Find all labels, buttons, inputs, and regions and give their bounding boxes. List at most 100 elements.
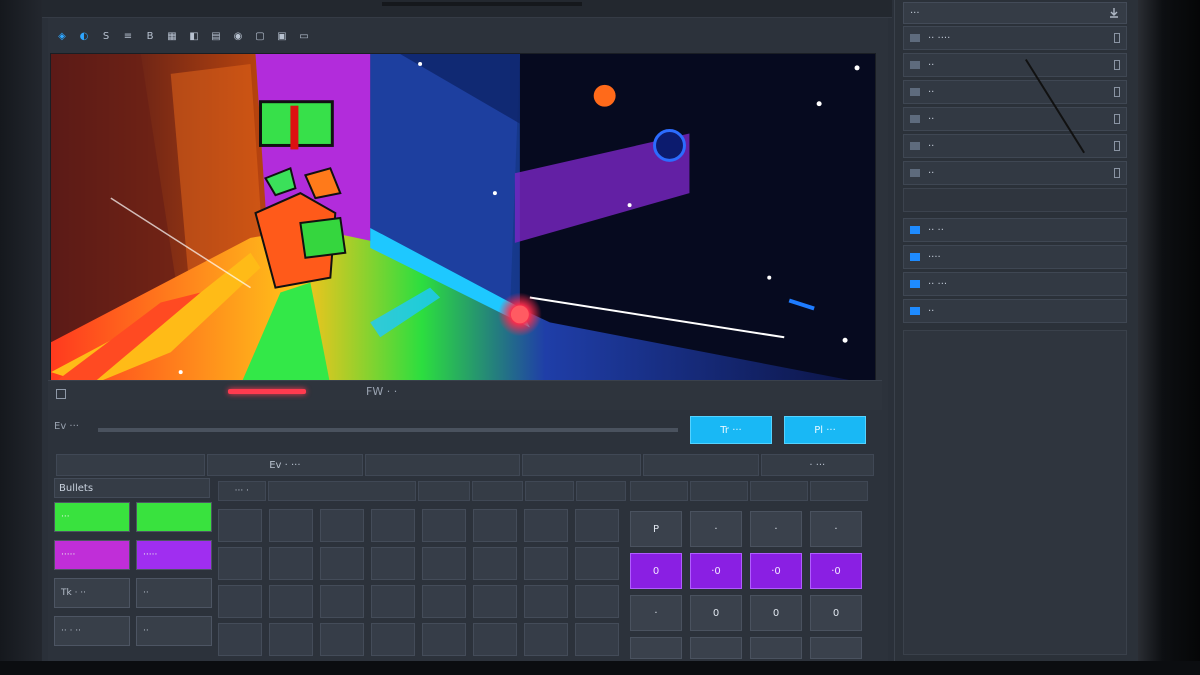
scale-tool-icon[interactable]: S: [98, 28, 114, 44]
key-grid-header-cell: [471, 481, 523, 501]
key-cell[interactable]: [473, 509, 517, 542]
key-cell[interactable]: [218, 547, 262, 580]
key-cell[interactable]: [422, 509, 466, 542]
editor-tab-row: Ev ‧ ‧‧‧ ‧ ‧‧‧: [56, 454, 875, 476]
key-cell[interactable]: [524, 509, 568, 542]
key-cell[interactable]: [269, 585, 313, 618]
lock-icon[interactable]: [1114, 141, 1120, 151]
key-cell[interactable]: [524, 585, 568, 618]
key-cell[interactable]: [371, 509, 415, 542]
bullet-swatch[interactable]: ‧‧: [136, 578, 212, 608]
key-cell[interactable]: [422, 547, 466, 580]
pad-button[interactable]: 0: [810, 595, 862, 631]
bullet-swatch[interactable]: ‧‧ ‧ ‧‧: [54, 616, 130, 646]
editor-tab-2[interactable]: [364, 454, 520, 476]
game-viewport[interactable]: [50, 53, 876, 386]
key-cell[interactable]: [320, 547, 364, 580]
key-cell[interactable]: [218, 585, 262, 618]
layer-item-3[interactable]: ‧‧: [903, 299, 1127, 323]
lock-icon[interactable]: [1114, 33, 1120, 43]
sidebar-item-0[interactable]: ‧‧ ‧‧‧‧: [903, 26, 1127, 50]
sidebar-item-2[interactable]: ‧‧: [903, 80, 1127, 104]
brush-tool-icon[interactable]: B: [142, 28, 158, 44]
pad-button[interactable]: [690, 637, 742, 659]
key-cell[interactable]: [473, 547, 517, 580]
key-cell[interactable]: [218, 509, 262, 542]
download-icon[interactable]: [1108, 7, 1120, 19]
pad-button[interactable]: P: [630, 511, 682, 547]
pad-button[interactable]: [750, 637, 802, 659]
pad-button[interactable]: ‧: [810, 511, 862, 547]
pad-header-cell: [630, 481, 688, 501]
key-cell[interactable]: [422, 623, 466, 656]
sidebar-item-4[interactable]: ‧‧: [903, 134, 1127, 158]
bullet-swatch[interactable]: ‧‧‧‧‧: [54, 540, 130, 570]
primary-action-button[interactable]: Tr ‧‧‧: [690, 416, 772, 444]
playhead-marker[interactable]: [228, 389, 306, 394]
move-tool-icon[interactable]: ◐: [76, 28, 92, 44]
key-cell[interactable]: [575, 509, 619, 542]
timeline-track[interactable]: [98, 428, 678, 432]
bullet-swatch[interactable]: ‧‧‧: [54, 502, 130, 532]
pad-button[interactable]: [630, 637, 682, 659]
key-cell[interactable]: [218, 623, 262, 656]
pad-button[interactable]: ‧: [630, 595, 682, 631]
key-cell[interactable]: [269, 509, 313, 542]
pad-button[interactable]: 0: [690, 595, 742, 631]
bullet-swatch[interactable]: [136, 502, 212, 532]
bullet-swatch[interactable]: ‧‧‧‧‧: [136, 540, 212, 570]
pad-button[interactable]: ‧0: [750, 553, 802, 589]
secondary-action-button[interactable]: Pl ‧‧‧: [784, 416, 866, 444]
key-cell[interactable]: [422, 585, 466, 618]
key-cell[interactable]: [371, 585, 415, 618]
pad-button[interactable]: ‧: [690, 511, 742, 547]
key-cell[interactable]: [371, 623, 415, 656]
key-cell[interactable]: [320, 509, 364, 542]
lock-icon[interactable]: [1114, 87, 1120, 97]
export-tool-icon[interactable]: ▭: [296, 28, 312, 44]
scrub-toggle-icon[interactable]: [56, 389, 66, 399]
bullet-swatch[interactable]: ‧‧: [136, 616, 212, 646]
key-cell[interactable]: [269, 547, 313, 580]
layer-item-1[interactable]: ‧‧‧‧: [903, 245, 1127, 269]
editor-tab-4[interactable]: [643, 454, 759, 476]
pad-button[interactable]: 0: [750, 595, 802, 631]
editor-tab-1[interactable]: Ev ‧ ‧‧‧: [207, 454, 363, 476]
key-cell[interactable]: [473, 623, 517, 656]
lock-icon[interactable]: [1114, 168, 1120, 178]
snap-tool-icon[interactable]: ◧: [186, 28, 202, 44]
key-cell[interactable]: [371, 547, 415, 580]
lock-icon[interactable]: [1114, 114, 1120, 124]
key-cell[interactable]: [575, 547, 619, 580]
play-tool-icon[interactable]: ▣: [274, 28, 290, 44]
key-cell[interactable]: [269, 623, 313, 656]
sidebar-item-1[interactable]: ‧‧: [903, 53, 1127, 77]
key-cell[interactable]: [575, 623, 619, 656]
frame-tool-icon[interactable]: ▢: [252, 28, 268, 44]
key-cell[interactable]: [575, 585, 619, 618]
pad-button[interactable]: ‧0: [810, 553, 862, 589]
key-cell[interactable]: [320, 623, 364, 656]
key-cell[interactable]: [473, 585, 517, 618]
grid-tool-icon[interactable]: ▦: [164, 28, 180, 44]
pad-button[interactable]: 0: [630, 553, 682, 589]
editor-tab-0[interactable]: [56, 454, 206, 476]
pad-button[interactable]: ‧0: [690, 553, 742, 589]
key-cell[interactable]: [320, 585, 364, 618]
editor-tab-5[interactable]: ‧ ‧‧‧: [760, 454, 875, 476]
stack-tool-icon[interactable]: ≡: [120, 28, 136, 44]
lock-icon[interactable]: [1114, 60, 1120, 70]
layer-item-0[interactable]: ‧‧ ‧‧: [903, 218, 1127, 242]
key-cell[interactable]: [524, 547, 568, 580]
editor-tab-3[interactable]: [521, 454, 642, 476]
sidebar-item-5[interactable]: ‧‧: [903, 161, 1127, 185]
key-cell[interactable]: [524, 623, 568, 656]
bullet-swatch[interactable]: Tk ‧ ‧‧: [54, 578, 130, 608]
pad-button[interactable]: [810, 637, 862, 659]
sidebar-item-3[interactable]: ‧‧: [903, 107, 1127, 131]
layer-tool-icon[interactable]: ▤: [208, 28, 224, 44]
select-tool-icon[interactable]: ◈: [54, 28, 70, 44]
layer-item-2[interactable]: ‧‧ ‧‧‧: [903, 272, 1127, 296]
pad-button[interactable]: ‧: [750, 511, 802, 547]
camera-tool-icon[interactable]: ◉: [230, 28, 246, 44]
